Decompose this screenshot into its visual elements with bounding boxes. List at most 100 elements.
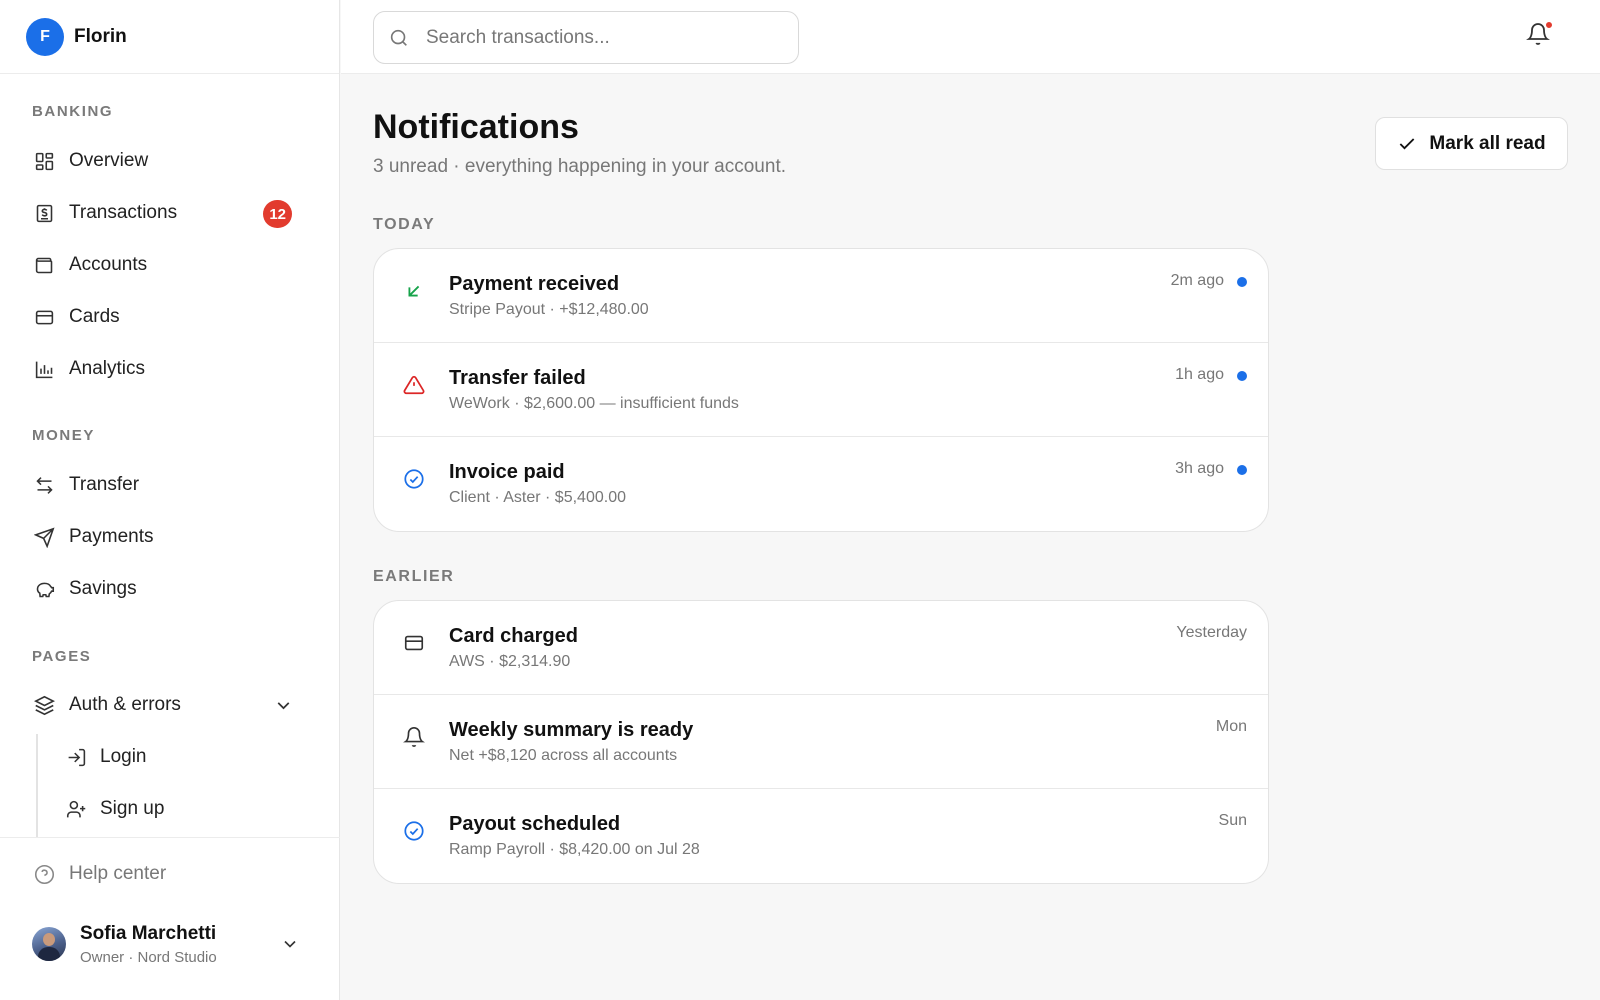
page-title: Notifications (373, 108, 579, 146)
notification-desc: Ramp Payroll · $8,420.00 on Jul 28 (449, 841, 700, 858)
sidebar: F Florin BANKING Overview Transactions 1… (0, 0, 340, 1000)
sidebar-item-transactions[interactable]: Transactions 12 (24, 191, 316, 235)
search-box (373, 11, 799, 64)
help-center-label: Help center (69, 863, 167, 884)
user-name: Sofia Marchetti (80, 922, 217, 944)
notification-title: Transfer failed (449, 367, 586, 389)
sidebar-item-savings[interactable]: Savings (24, 567, 316, 611)
notification-item[interactable]: Card charged AWS · $2,314.90 Yesterday (374, 601, 1268, 695)
topbar (341, 0, 1600, 74)
tree-line (36, 734, 38, 838)
help-center-link[interactable]: Help center (24, 852, 316, 896)
bar-chart-icon (32, 357, 56, 381)
notification-title: Invoice paid (449, 461, 565, 483)
notification-title: Payout scheduled (449, 813, 621, 835)
section-label-pages: PAGES (32, 648, 92, 665)
notification-time: 3h ago (1175, 460, 1224, 477)
notification-time: Sun (1218, 812, 1247, 829)
sidebar-item-label: Transfer (69, 474, 140, 495)
wallet-icon (32, 253, 56, 277)
sidebar-item-label: Login (100, 746, 147, 767)
mark-all-read-button[interactable]: Mark all read (1375, 117, 1568, 170)
notification-title: Weekly summary is ready (449, 719, 694, 741)
sidebar-item-label: Analytics (69, 358, 146, 379)
credit-card-icon (402, 631, 426, 655)
notification-time: 2m ago (1170, 272, 1224, 289)
avatar (32, 927, 66, 961)
notification-desc: WeWork · $2,600.00 — insufficient funds (449, 395, 739, 412)
help-circle-icon (32, 862, 56, 886)
sidebar-item-overview[interactable]: Overview (24, 139, 316, 183)
unread-dot (1237, 465, 1247, 475)
notification-item[interactable]: Weekly summary is ready Net +$8,120 acro… (374, 695, 1268, 789)
search-input[interactable] (426, 26, 786, 49)
sidebar-item-label: Sign up (100, 798, 165, 819)
arrows-left-right-icon (32, 473, 56, 497)
page-subtitle: 3 unread · everything happening in your … (373, 156, 786, 177)
layers-icon (32, 693, 56, 717)
mark-all-read-label: Mark all read (1429, 132, 1546, 154)
sidebar-item-login[interactable]: Login (56, 735, 316, 779)
sidebar-item-label: Payments (69, 526, 154, 547)
brand-logo: F (26, 17, 64, 56)
count-badge: 12 (263, 200, 292, 228)
user-role: Owner · Nord Studio (80, 948, 217, 966)
sidebar-item-label: Cards (69, 306, 120, 327)
notifications-button[interactable] (1526, 20, 1556, 52)
notification-desc: Stripe Payout · +$12,480.00 (449, 301, 649, 318)
sidebar-footer: Help center Sofia Marchetti Owner · Nord… (0, 837, 340, 1000)
sidebar-item-label: Accounts (69, 254, 148, 275)
sidebar-item-cards[interactable]: Cards (24, 295, 316, 339)
unread-dot (1237, 371, 1247, 381)
credit-card-icon (32, 305, 56, 329)
alert-triangle-icon (402, 373, 426, 397)
search-icon (390, 29, 407, 46)
group-label-earlier: EARLIER (373, 568, 455, 585)
notification-item[interactable]: Payment received Stripe Payout · +$12,48… (374, 249, 1268, 343)
log-in-icon (64, 745, 88, 769)
unread-dot (1237, 277, 1247, 287)
notification-desc: AWS · $2,314.90 (449, 653, 571, 670)
check-icon (1400, 137, 1415, 149)
notification-time: Yesterday (1176, 624, 1247, 641)
notification-time: Mon (1215, 718, 1247, 735)
sidebar-item-sign-up[interactable]: Sign up (56, 787, 316, 831)
sidebar-item-analytics[interactable]: Analytics (24, 347, 316, 391)
notification-item[interactable]: Invoice paid Client · Aster · $5,400.00 … (374, 437, 1268, 531)
brand[interactable]: F Florin (0, 0, 339, 74)
piggy-bank-icon (32, 577, 56, 601)
sidebar-item-transfer[interactable]: Transfer (24, 463, 316, 507)
brand-name: Florin (74, 25, 127, 47)
sidebar-item-label: Auth & errors (69, 694, 181, 715)
chevron-down-icon (284, 940, 296, 948)
bell-icon (402, 725, 426, 749)
arrow-down-left-icon (402, 279, 426, 303)
receipt-icon (32, 201, 56, 225)
check-circle-icon (402, 467, 426, 491)
section-label-banking: BANKING (32, 103, 114, 120)
notification-list-earlier: Card charged AWS · $2,314.90 Yesterday W… (373, 600, 1269, 884)
sidebar-group-auth-errors[interactable]: Auth & errors (24, 683, 316, 727)
notification-desc: Net +$8,120 across all accounts (449, 747, 678, 764)
notification-title: Card charged (449, 625, 578, 647)
notification-time: 1h ago (1175, 366, 1224, 383)
sidebar-item-label: Overview (69, 150, 149, 171)
sidebar-item-payments[interactable]: Payments (24, 515, 316, 559)
sidebar-item-label: Transactions (69, 202, 178, 223)
notification-desc: Client · Aster · $5,400.00 (449, 489, 626, 506)
notification-item[interactable]: Transfer failed WeWork · $2,600.00 — ins… (374, 343, 1268, 437)
user-menu[interactable]: Sofia Marchetti Owner · Nord Studio (32, 916, 316, 972)
notification-title: Payment received (449, 273, 620, 295)
section-label-money: MONEY (32, 427, 96, 444)
sidebar-item-accounts[interactable]: Accounts (24, 243, 316, 287)
sidebar-item-label: Savings (69, 578, 137, 599)
unread-indicator (1544, 20, 1554, 30)
notification-list-today: Payment received Stripe Payout · +$12,48… (373, 248, 1269, 532)
chevron-down-icon (277, 702, 290, 710)
grid-icon (32, 149, 56, 173)
send-icon (32, 525, 56, 549)
group-label-today: TODAY (373, 216, 436, 233)
notification-item[interactable]: Payout scheduled Ramp Payroll · $8,420.0… (374, 789, 1268, 883)
user-plus-icon (64, 797, 88, 821)
check-circle-icon (402, 819, 426, 843)
